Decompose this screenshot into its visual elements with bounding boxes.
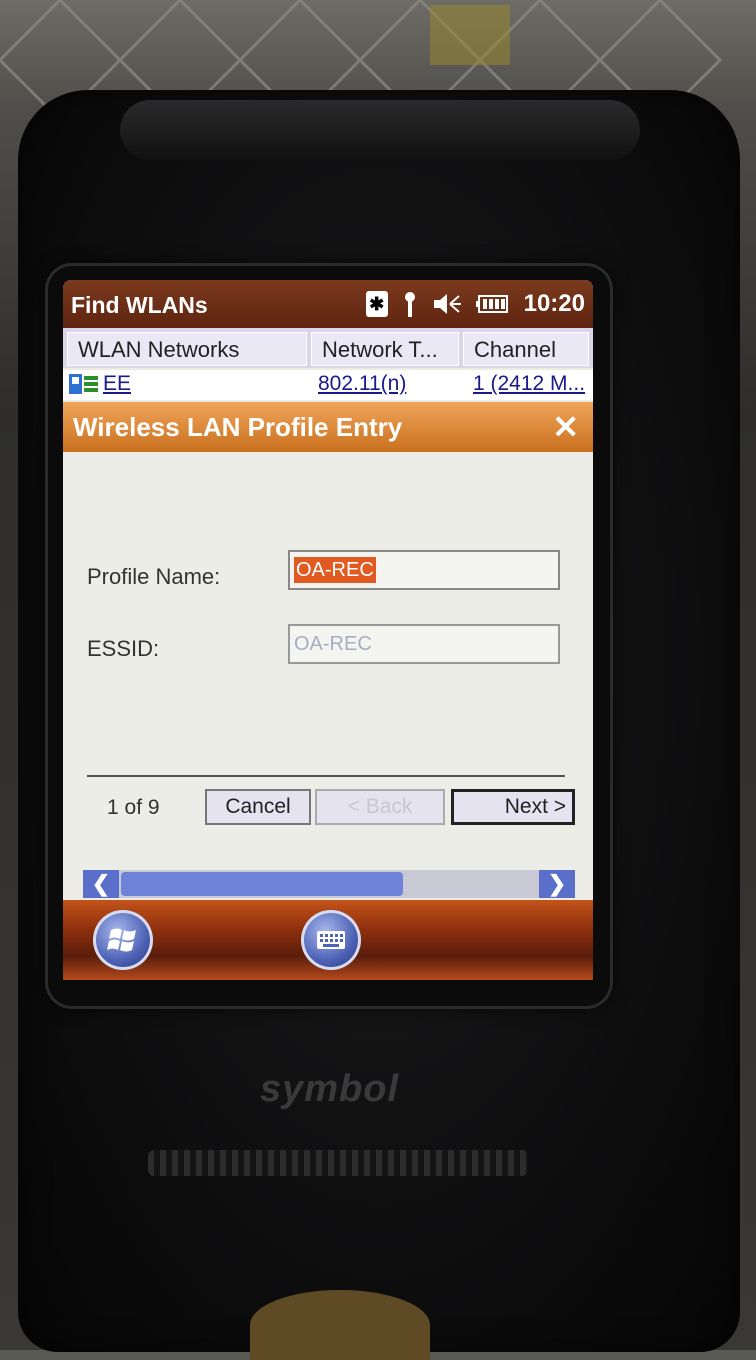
channel-cell: 1 (2412 M...: [473, 372, 586, 395]
essid-field[interactable]: OA-REC: [288, 624, 560, 664]
dialog-body: Profile Name: OA-REC ESSID: OA-REC 1 of …: [63, 452, 593, 898]
profile-name-label: Profile Name:: [87, 564, 221, 589]
wlan-network-icon: [69, 374, 98, 394]
windows-logo-icon: [107, 928, 136, 952]
back-button[interactable]: < Back: [315, 789, 445, 825]
signal-antenna-icon[interactable]: [402, 291, 418, 317]
horizontal-scrollbar[interactable]: ❮ ❯: [83, 870, 575, 898]
bluetooth-icon[interactable]: ✱: [365, 291, 388, 317]
device-screen: Find WLANs ✱ 10:20 WLAN Networks Network…: [63, 280, 593, 980]
list-header: WLAN Networks Network T... Channel: [63, 328, 593, 368]
start-button[interactable]: [93, 910, 153, 970]
scroll-right-button[interactable]: ❯: [539, 870, 575, 898]
clock[interactable]: 10:20: [524, 290, 585, 318]
taskbar: [63, 900, 593, 980]
cancel-button[interactable]: Cancel: [205, 789, 311, 825]
table-row[interactable]: EE 802.11(n) 1 (2412 M...: [63, 370, 593, 400]
dialog-header: Wireless LAN Profile Entry ✕: [63, 402, 593, 452]
device-grille: [148, 1150, 528, 1176]
divider: [87, 775, 565, 777]
close-button[interactable]: ✕: [552, 408, 579, 446]
speaker-muted-icon[interactable]: [432, 291, 462, 317]
network-name-cell: EE: [103, 372, 132, 395]
profile-name-field[interactable]: OA-REC: [288, 550, 560, 590]
profile-name-value: OA-REC: [294, 557, 376, 583]
device-speaker-grille: [120, 100, 640, 160]
scroll-left-button[interactable]: ❮: [83, 870, 119, 898]
device-brand-logo: symbol: [260, 1068, 400, 1110]
column-header-channel[interactable]: Channel: [463, 332, 589, 366]
battery-icon[interactable]: [475, 293, 510, 315]
network-type-cell: 802.11(n): [318, 372, 407, 395]
essid-label: ESSID:: [87, 636, 160, 661]
keyboard-icon: [317, 931, 345, 949]
status-icons: ✱ 10:20: [365, 290, 585, 318]
keyboard-button[interactable]: [301, 910, 361, 970]
dialog-title: Wireless LAN Profile Entry: [73, 412, 403, 442]
column-header-wlan-networks[interactable]: WLAN Networks: [67, 332, 307, 366]
page-indicator: 1 of 9: [107, 796, 160, 819]
next-button[interactable]: Next >: [451, 789, 575, 825]
scrollbar-thumb[interactable]: [121, 872, 403, 896]
title-bar: Find WLANs ✱ 10:20: [63, 280, 593, 328]
app-title: Find WLANs: [71, 292, 208, 318]
column-header-network-type[interactable]: Network T...: [311, 332, 459, 366]
